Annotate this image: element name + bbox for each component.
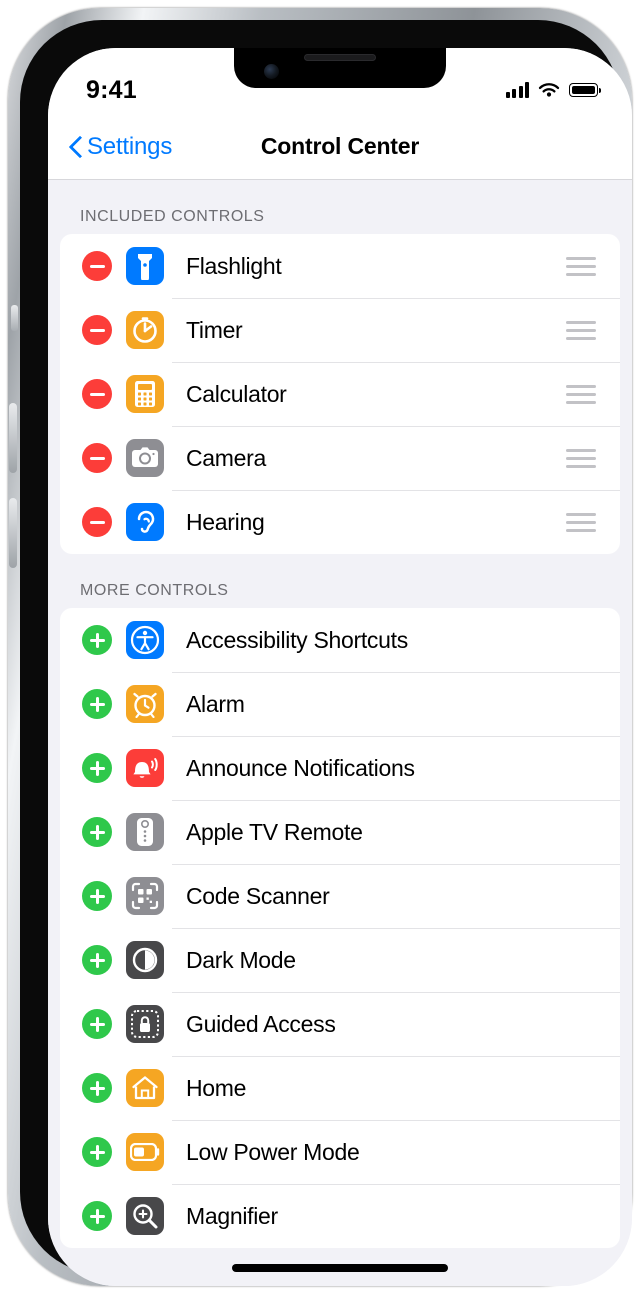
minus-circle-icon[interactable] <box>82 379 112 409</box>
list-item-label: Timer <box>186 317 242 344</box>
plus-circle-icon[interactable] <box>82 625 112 655</box>
list-item[interactable]: Low Power Mode <box>60 1120 620 1184</box>
list-item[interactable]: Announce Notifications <box>60 736 620 800</box>
settings-list[interactable]: INCLUDED CONTROLS Flashlight Timer Calculat… <box>48 180 632 1286</box>
list-item[interactable]: Alarm <box>60 672 620 736</box>
phone-bezel: 9:41 <box>20 20 620 1274</box>
magnifier-icon <box>126 1197 164 1235</box>
list-item[interactable]: Timer <box>60 298 620 362</box>
plus-circle-icon[interactable] <box>82 1073 112 1103</box>
camera-icon <box>126 439 164 477</box>
list-item[interactable]: Code Scanner <box>60 864 620 928</box>
announce-notifications-icon <box>126 749 164 787</box>
list-item-label: Guided Access <box>186 1011 336 1038</box>
volume-down-button[interactable] <box>9 498 17 568</box>
calculator-icon <box>126 375 164 413</box>
minus-circle-icon[interactable] <box>82 315 112 345</box>
list-item-label: Announce Notifications <box>186 755 415 782</box>
list-item-label: Low Power Mode <box>186 1139 360 1166</box>
plus-circle-icon[interactable] <box>82 817 112 847</box>
navigation-bar: Settings Control Center <box>48 114 632 180</box>
silent-switch-button[interactable] <box>11 305 18 331</box>
phone-frame: 9:41 <box>8 8 632 1286</box>
plus-circle-icon[interactable] <box>82 689 112 719</box>
list-item-label: Magnifier <box>186 1203 278 1230</box>
plus-circle-icon[interactable] <box>82 1201 112 1231</box>
list-item[interactable]: Magnifier <box>60 1184 620 1248</box>
list-item-label: Accessibility Shortcuts <box>186 627 408 654</box>
guided-access-icon <box>126 1005 164 1043</box>
list-item[interactable]: Home <box>60 1056 620 1120</box>
list-item-label: Flashlight <box>186 253 281 280</box>
list-item[interactable]: Dark Mode <box>60 928 620 992</box>
low-power-mode-icon <box>126 1133 164 1171</box>
drag-handle-icon[interactable] <box>566 513 596 532</box>
list-item[interactable]: Flashlight <box>60 234 620 298</box>
list-item[interactable]: Guided Access <box>60 992 620 1056</box>
screenshot-stage: 9:41 <box>0 0 640 1294</box>
section-header: INCLUDED CONTROLS <box>48 180 632 234</box>
alarm-clock-icon <box>126 685 164 723</box>
drag-handle-icon[interactable] <box>566 385 596 404</box>
apple-tv-remote-icon <box>126 813 164 851</box>
list-item-label: Home <box>186 1075 246 1102</box>
plus-circle-icon[interactable] <box>82 945 112 975</box>
home-indicator-bar[interactable] <box>232 1264 448 1272</box>
status-bar-indicators <box>506 82 599 99</box>
front-camera-icon <box>264 64 279 79</box>
minus-circle-icon[interactable] <box>82 443 112 473</box>
flashlight-icon <box>126 247 164 285</box>
list-item[interactable]: Camera <box>60 426 620 490</box>
plus-circle-icon[interactable] <box>82 1137 112 1167</box>
code-scanner-icon <box>126 877 164 915</box>
list-item[interactable]: Hearing <box>60 490 620 554</box>
chevron-left-icon <box>70 136 82 157</box>
list-item[interactable]: Accessibility Shortcuts <box>60 608 620 672</box>
accessibility-icon <box>126 621 164 659</box>
battery-full-icon <box>569 83 598 97</box>
list-item-label: Alarm <box>186 691 245 718</box>
phone-screen: 9:41 <box>48 48 632 1286</box>
list-item-label: Calculator <box>186 381 287 408</box>
timer-icon <box>126 311 164 349</box>
minus-circle-icon[interactable] <box>82 251 112 281</box>
more-controls-card: Accessibility Shortcuts Alarm Announce Not… <box>60 608 620 1248</box>
plus-circle-icon[interactable] <box>82 1009 112 1039</box>
drag-handle-icon[interactable] <box>566 321 596 340</box>
drag-handle-icon[interactable] <box>566 449 596 468</box>
status-bar-time: 9:41 <box>86 76 137 105</box>
list-item[interactable]: Calculator <box>60 362 620 426</box>
notch <box>234 48 446 88</box>
back-button[interactable]: Settings <box>70 133 172 161</box>
minus-circle-icon[interactable] <box>82 507 112 537</box>
volume-up-button[interactable] <box>9 403 17 473</box>
earpiece-speaker-icon <box>304 54 376 61</box>
plus-circle-icon[interactable] <box>82 881 112 911</box>
plus-circle-icon[interactable] <box>82 753 112 783</box>
dark-mode-icon <box>126 941 164 979</box>
drag-handle-icon[interactable] <box>566 257 596 276</box>
list-item-label: Apple TV Remote <box>186 819 363 846</box>
list-item-label: Code Scanner <box>186 883 329 910</box>
list-item-label: Dark Mode <box>186 947 296 974</box>
list-item-label: Hearing <box>186 509 264 536</box>
list-item[interactable]: Apple TV Remote <box>60 800 620 864</box>
wifi-icon <box>537 82 561 99</box>
section-header: MORE CONTROLS <box>48 554 632 608</box>
back-button-label: Settings <box>87 133 172 161</box>
included-controls-card: Flashlight Timer Calculator Camera Hearing <box>60 234 620 554</box>
cellular-bars-icon <box>506 82 530 98</box>
hearing-icon <box>126 503 164 541</box>
list-item-label: Camera <box>186 445 266 472</box>
home-icon <box>126 1069 164 1107</box>
